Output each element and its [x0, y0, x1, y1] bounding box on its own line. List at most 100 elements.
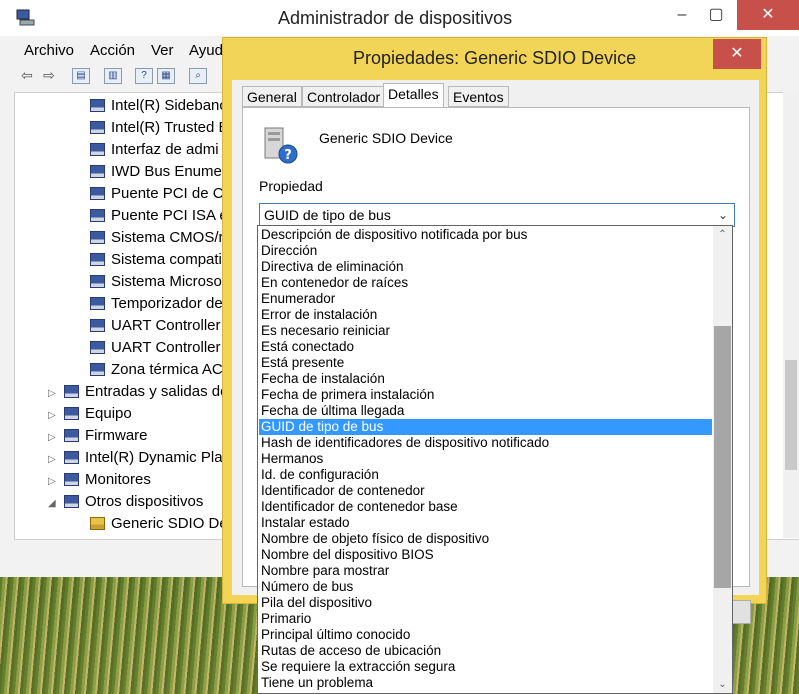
- dropdown-option[interactable]: Pila del dispositivo: [259, 595, 712, 611]
- device-manager-app-icon: [16, 9, 35, 26]
- system-device-icon: [90, 296, 105, 310]
- scan-hardware-icon[interactable]: ⌕: [189, 68, 207, 84]
- expander-icon[interactable]: ▷: [48, 449, 58, 471]
- tree-item-label: Generic SDIO De: [111, 515, 228, 532]
- tree-item[interactable]: UART Controller: [90, 337, 220, 359]
- dropdown-option[interactable]: Enumerador: [259, 291, 712, 307]
- tree-item-label: Intel(R) Sidebanc: [111, 97, 227, 114]
- dropdown-option[interactable]: Primario: [259, 611, 712, 627]
- property-dropdown-list[interactable]: Descripción de dispositivo notificada po…: [257, 225, 733, 694]
- device-tree-scroll-thumb[interactable]: [785, 360, 797, 470]
- menu-accion[interactable]: Acción: [90, 42, 135, 59]
- tab-eventos[interactable]: Eventos: [448, 86, 509, 107]
- menu-ver[interactable]: Ver: [151, 42, 174, 59]
- tree-item[interactable]: Sistema Microso: [90, 271, 222, 293]
- tree-item[interactable]: ▷ Monitores: [48, 469, 151, 491]
- dropdown-option[interactable]: Error de instalación: [259, 307, 712, 323]
- dropdown-option[interactable]: GUID de tipo de bus: [259, 419, 712, 435]
- dropdown-option[interactable]: En contenedor de raíces: [259, 275, 712, 291]
- dropdown-option[interactable]: Fecha de última llegada: [259, 403, 712, 419]
- expander-icon[interactable]: ▷: [48, 405, 58, 427]
- system-device-icon: [90, 208, 105, 222]
- tree-item-label: Intel(R) Trusted E: [111, 119, 229, 136]
- firmware-icon: [64, 428, 79, 442]
- menu-archivo[interactable]: Archivo: [24, 42, 74, 59]
- dropdown-scroll-thumb[interactable]: [714, 326, 731, 588]
- device-manager-titlebar[interactable]: Administrador de dispositivos – ▢ ✕: [0, 0, 799, 36]
- tree-item[interactable]: ◢ Otros dispositivos: [48, 491, 203, 513]
- tree-item[interactable]: Generic SDIO De: [90, 513, 228, 535]
- dropdown-option[interactable]: Nombre de objeto físico de dispositivo: [259, 531, 712, 547]
- device-tree-scrollbar[interactable]: [783, 92, 799, 538]
- dropdown-option[interactable]: Es necesario reiniciar: [259, 323, 712, 339]
- system-device-icon: [90, 120, 105, 134]
- scroll-down-icon[interactable]: ⌄: [713, 677, 732, 693]
- tree-item[interactable]: ▷ Equipo: [48, 403, 132, 425]
- tree-item[interactable]: ▷ Entradas y salidas de: [48, 381, 228, 403]
- tree-item[interactable]: IWD Bus Enumer: [90, 161, 227, 183]
- close-button[interactable]: ✕: [737, 0, 799, 30]
- dropdown-option[interactable]: Se requiere la extracción segura: [259, 659, 712, 675]
- tree-item[interactable]: Sistema CMOS/r: [90, 227, 224, 249]
- tree-item[interactable]: ▷ Firmware: [48, 425, 148, 447]
- scroll-up-icon[interactable]: ⌃: [713, 227, 732, 243]
- dropdown-option[interactable]: Está presente: [259, 355, 712, 371]
- properties-view-icon[interactable]: ▤: [72, 68, 90, 84]
- dialog-close-button[interactable]: ✕: [713, 39, 761, 69]
- list-view-icon[interactable]: ▥: [104, 68, 122, 84]
- dropdown-option[interactable]: Número de bus: [259, 579, 712, 595]
- tree-item[interactable]: Puente PCI ISA e: [90, 205, 228, 227]
- expander-icon[interactable]: ▷: [48, 383, 58, 405]
- device-name: Generic SDIO Device: [319, 130, 453, 146]
- dropdown-option[interactable]: Fecha de instalación: [259, 371, 712, 387]
- expander-icon[interactable]: ▷: [48, 427, 58, 449]
- dropdown-option[interactable]: Tiene un problema: [259, 675, 712, 691]
- dropdown-option[interactable]: Identificador de contenedor: [259, 483, 712, 499]
- computer-icon: [64, 406, 79, 420]
- tab-detalles[interactable]: Detalles: [383, 83, 444, 108]
- system-device-icon: [90, 142, 105, 156]
- tree-item[interactable]: Intel(R) Trusted E: [90, 117, 229, 139]
- tree-item[interactable]: Zona térmica AC: [90, 359, 223, 381]
- tree-item-label: Puente PCI ISA e: [111, 207, 228, 224]
- tree-item-label: Sistema CMOS/r: [111, 229, 224, 246]
- dropdown-option[interactable]: Nombre para mostrar: [259, 563, 712, 579]
- tree-item[interactable]: Puente PCI de CF: [90, 183, 233, 205]
- property-select[interactable]: GUID de tipo de bus ⌄: [259, 203, 735, 227]
- help-icon[interactable]: ?: [135, 68, 153, 84]
- tree-item-label: Temporizador de: [111, 295, 223, 312]
- tree-item[interactable]: UART Controller: [90, 315, 220, 337]
- dropdown-option[interactable]: Está conectado: [259, 339, 712, 355]
- tree-item[interactable]: ▷ Intel(R) Dynamic Pla: [48, 447, 223, 469]
- dropdown-option[interactable]: Hermanos: [259, 451, 712, 467]
- dropdown-option[interactable]: Instalar estado: [259, 515, 712, 531]
- dropdown-option[interactable]: Descripción de dispositivo notificada po…: [259, 227, 712, 243]
- maximize-button[interactable]: ▢: [693, 0, 739, 30]
- dropdown-option[interactable]: Dirección: [259, 243, 712, 259]
- dropdown-option[interactable]: Identificador de contenedor base: [259, 499, 712, 515]
- dropdown-option[interactable]: Directiva de eliminación: [259, 259, 712, 275]
- tree-item-label: Intel(R) Dynamic Pla: [85, 449, 223, 466]
- tree-item[interactable]: Sistema compati: [90, 249, 222, 271]
- tab-general[interactable]: General: [242, 86, 302, 107]
- expander-icon[interactable]: ◢: [48, 493, 58, 515]
- system-device-icon: [90, 98, 105, 112]
- system-device-icon: [90, 274, 105, 288]
- back-arrow-icon[interactable]: ⇦: [18, 68, 36, 84]
- details-pane-icon[interactable]: ▦: [157, 68, 175, 84]
- tab-controlador[interactable]: Controlador: [302, 86, 386, 107]
- tree-item[interactable]: Intel(R) Sidebanc: [90, 95, 227, 117]
- dropdown-option[interactable]: Principal último conocido: [259, 627, 712, 643]
- dialog-titlebar[interactable]: Propiedades: Generic SDIO Device ✕: [223, 38, 768, 80]
- dropdown-option[interactable]: Id. de configuración: [259, 467, 712, 483]
- dropdown-option[interactable]: Hash de identificadores de dispositivo n…: [259, 435, 712, 451]
- forward-arrow-icon[interactable]: ⇨: [40, 68, 58, 84]
- dropdown-option[interactable]: Fecha de primera instalación: [259, 387, 712, 403]
- tree-item[interactable]: Temporizador de: [90, 293, 223, 315]
- tree-item[interactable]: Interfaz de admi: [90, 139, 219, 161]
- dropdown-option[interactable]: Rutas de acceso de ubicación: [259, 643, 712, 659]
- monitor-icon: [64, 472, 79, 486]
- unknown-device-icon: [64, 494, 79, 508]
- dropdown-option[interactable]: Nombre del dispositivo BIOS: [259, 547, 712, 563]
- expander-icon[interactable]: ▷: [48, 471, 58, 493]
